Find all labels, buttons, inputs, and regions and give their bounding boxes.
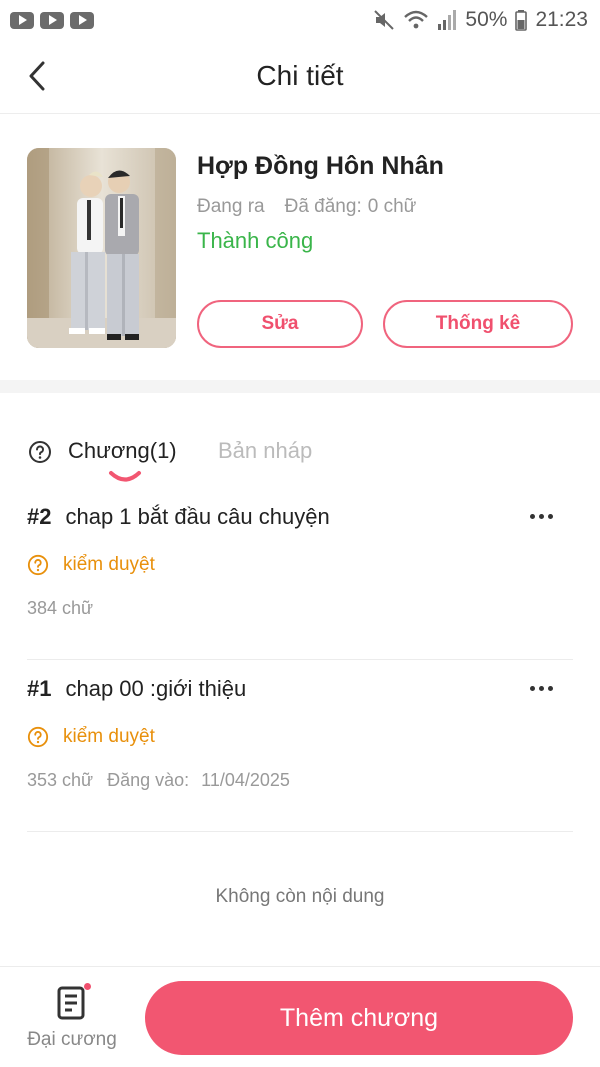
tab-drafts[interactable]: Bản nháp — [218, 438, 312, 464]
clock: 21:23 — [535, 8, 588, 31]
publish-date-value: 11/04/2025 — [201, 770, 290, 790]
signal-icon — [438, 10, 457, 30]
book-cover-image[interactable] — [27, 148, 176, 348]
add-chapter-button[interactable]: Thêm chương — [145, 981, 573, 1055]
review-label: kiểm duyệt — [63, 554, 155, 575]
outline-document-icon — [57, 986, 85, 1020]
publish-label: Đăng vào: — [107, 770, 190, 790]
tab-chapters[interactable]: Chương(1) — [68, 438, 177, 464]
chapter-item[interactable]: #1 chap 00 :giới thiệu kiểm duyệt 353 ch… — [27, 660, 573, 832]
cover-photo — [27, 148, 176, 348]
more-options-button[interactable] — [523, 674, 559, 702]
more-dots-icon — [529, 513, 535, 519]
bottom-action-bar: Đại cương Thêm chương — [0, 966, 600, 1067]
notification-icons — [10, 11, 94, 29]
publish-date: Đăng vào: 11/04/2025 — [107, 770, 290, 791]
edit-button[interactable]: Sửa — [197, 300, 363, 348]
active-tab-indicator — [109, 471, 141, 482]
posted-value: 0 chữ — [367, 196, 417, 217]
review-status: Thành công — [197, 228, 314, 253]
chapter-title: chap 00 :giới thiệu — [65, 676, 247, 701]
chapter-info: 353 chữ Đăng vào: 11/04/2025 — [27, 770, 290, 791]
end-of-list-message: Không còn nội dung — [215, 886, 385, 907]
status-bar: 50% 21:23 — [0, 0, 600, 40]
help-icon[interactable] — [28, 440, 52, 464]
book-title: Hợp Đồng Hôn Nhân — [197, 152, 444, 180]
posted-label: Đã đăng: — [284, 196, 362, 217]
chapter-number: #2 — [27, 504, 52, 529]
app-header: Chi tiết — [0, 40, 600, 114]
battery-percent: 50% — [465, 8, 508, 31]
chapter-title: chap 1 bắt đầu câu chuyện — [65, 504, 330, 529]
chapter-title-row: #1 chap 00 :giới thiệu — [27, 676, 246, 702]
book-meta: Đang ra Đã đăng: 0 chữ — [197, 196, 416, 218]
outline-button[interactable]: Đại cương — [20, 983, 124, 1057]
statistics-button[interactable]: Thống kê — [383, 300, 573, 348]
publication-state: Đang ra — [197, 196, 265, 217]
wifi-icon — [404, 10, 429, 29]
youtube-notification-icon — [70, 11, 94, 29]
word-count: 353 chữ — [27, 770, 94, 790]
outline-label: Đại cương — [27, 1029, 117, 1050]
page-title: Chi tiết — [256, 60, 344, 91]
chapter-review-status: kiểm duyệt — [27, 554, 155, 576]
youtube-notification-icon — [10, 11, 34, 29]
pending-question-icon — [27, 554, 49, 576]
youtube-notification-icon — [40, 11, 64, 29]
posted-words: Đã đăng: 0 chữ — [285, 196, 417, 218]
pending-question-icon — [27, 726, 49, 748]
review-label: kiểm duyệt — [63, 726, 155, 747]
chapter-review-status: kiểm duyệt — [27, 726, 155, 748]
chapter-tabs: Chương(1) Bản nháp — [0, 420, 600, 490]
chapter-info: 384 chữ — [27, 598, 93, 619]
chapter-title-row: #2 chap 1 bắt đầu câu chuyện — [27, 504, 330, 530]
word-count: 384 chữ — [27, 598, 94, 618]
more-dots-icon — [529, 685, 535, 691]
system-icons: 50% 21:23 — [373, 8, 588, 32]
chapter-item[interactable]: #2 chap 1 bắt đầu câu chuyện kiểm duyệt … — [27, 488, 573, 660]
section-divider — [0, 380, 600, 393]
chapter-number: #1 — [27, 676, 52, 701]
book-card: Hợp Đồng Hôn Nhân Đang ra Đã đăng: 0 chữ… — [0, 114, 600, 380]
more-options-button[interactable] — [523, 502, 559, 530]
battery-icon — [515, 10, 528, 31]
mute-icon — [374, 10, 395, 30]
notification-dot — [84, 983, 91, 990]
